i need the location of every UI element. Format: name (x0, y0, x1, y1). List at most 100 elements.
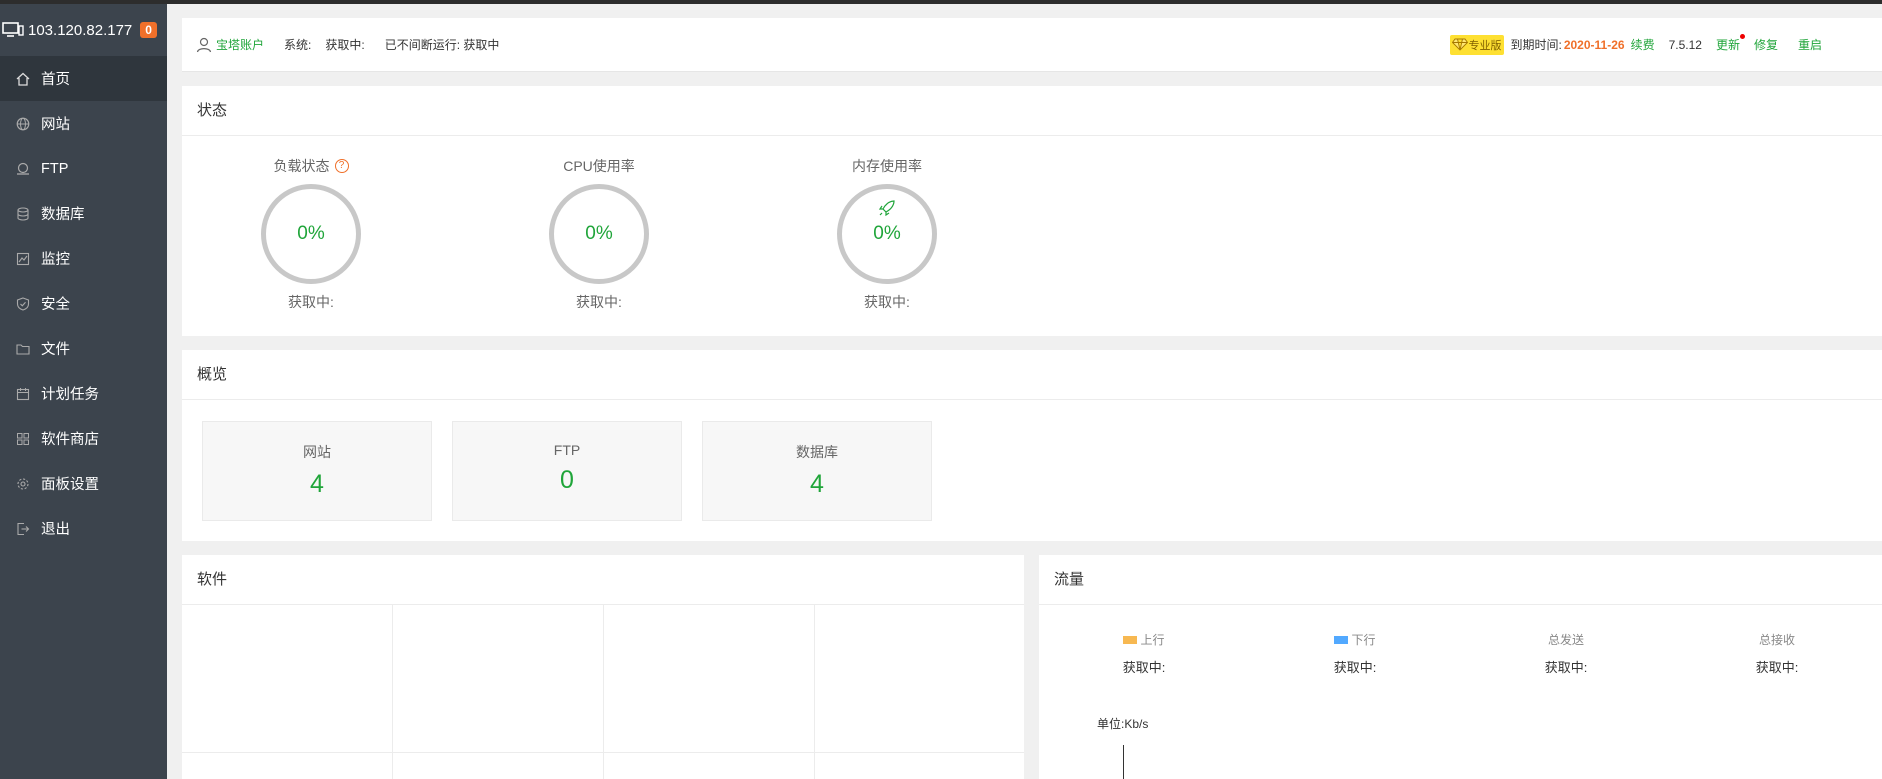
sidebar-item-ftp[interactable]: FTP (0, 146, 167, 191)
gauge-value: 0% (297, 223, 325, 244)
gauge-label: 内存使用率 (852, 158, 922, 174)
software-slot[interactable] (815, 753, 1024, 779)
cpu-gauge: CPU使用率 0% 获取中: (524, 136, 674, 312)
traffic-label: 总发送 (1547, 633, 1584, 647)
traffic-value: 获取中: (1755, 660, 1799, 675)
sidebar-item-monitor[interactable]: 监控 (0, 236, 167, 281)
card-label: FTP (553, 442, 581, 458)
update-dot (1739, 34, 1745, 39)
sidebar-item-home[interactable]: 首页 (0, 56, 167, 101)
traffic-label: 上行 (1140, 633, 1165, 647)
gauge-sub: 获取中: (288, 294, 334, 310)
renew-link[interactable]: 续费 (1631, 36, 1655, 53)
sidebar-item-settings[interactable]: 面板设置 (0, 461, 167, 506)
cpu-ring[interactable]: 0% (549, 184, 649, 284)
sidebar-item-logout[interactable]: 退出 (0, 506, 167, 551)
gauge-label: 负载状态 (273, 158, 330, 174)
sidebar-item-label: 文件 (41, 342, 70, 358)
software-slot[interactable] (182, 605, 393, 753)
sidebar-item-label: 首页 (41, 72, 70, 88)
card-value: 4 (810, 470, 824, 498)
software-slot[interactable] (604, 605, 815, 753)
shield-icon (15, 296, 31, 312)
load-ring[interactable]: 0% (261, 184, 361, 284)
update-label: 更新 (1715, 38, 1740, 52)
pro-edition-label: 专业版 (1468, 39, 1502, 52)
version-text: 7.5.12 (1668, 37, 1702, 52)
sidebar: 103.120.82.177 0 首页 网站 FTP 数据库 监控 安全 文件 … (0, 4, 167, 779)
gauge-label-wrap: 负载状态? (236, 156, 386, 176)
software-slot[interactable] (182, 753, 393, 779)
help-icon[interactable]: ? (334, 159, 349, 173)
overview-card-ftp[interactable]: FTP 0 (452, 421, 682, 521)
gauge-label: CPU使用率 (563, 158, 635, 174)
traffic-value: 获取中: (1122, 660, 1166, 675)
sidebar-item-label: 软件商店 (41, 432, 99, 448)
traffic-head: 上行 (1084, 631, 1204, 648)
sidebar-item-label: FTP (41, 160, 69, 177)
status-panel: 状态 负载状态? 0% 获取中: CPU使用率 0% 获取中: 内存使用率 0%… (182, 86, 1882, 336)
card-value: 4 (310, 470, 324, 498)
gauge-value: 0% (873, 223, 901, 244)
apps-icon (15, 431, 31, 447)
pro-edition-tag[interactable]: 专业版 (1450, 34, 1505, 55)
expire-date: 2020-11-26 (1563, 37, 1625, 52)
top-header: 宝塔账户 系统: 获取中: 已不间断运行: 获取中 专业版 到期时间: 2020… (182, 18, 1882, 72)
software-slot[interactable] (815, 605, 1024, 753)
software-panel: 软件 (182, 555, 1024, 779)
card-value: 0 (560, 466, 574, 494)
window-top-strip (0, 0, 1882, 4)
diamond-icon (1452, 38, 1469, 51)
traffic-title: 流量 (1039, 555, 1882, 605)
sidebar-item-label: 退出 (41, 522, 70, 538)
traffic-value: 获取中: (1544, 660, 1588, 675)
software-slot[interactable] (393, 605, 604, 753)
repair-link[interactable]: 修复 (1754, 36, 1778, 53)
account-link[interactable]: 宝塔账户 (216, 36, 264, 53)
database-icon (15, 206, 31, 222)
overview-card-database[interactable]: 数据库 4 (702, 421, 932, 521)
traffic-label: 总接收 (1758, 633, 1795, 647)
sidebar-item-label: 监控 (41, 252, 70, 268)
traffic-download: 下行 获取中: (1295, 631, 1415, 676)
restart-link[interactable]: 重启 (1798, 36, 1822, 53)
rocket-icon[interactable] (878, 199, 896, 217)
software-grid (182, 605, 1024, 779)
gauge-value: 0% (585, 223, 613, 244)
alert-count-badge[interactable]: 0 (140, 22, 157, 38)
card-label: 数据库 (796, 444, 838, 460)
status-title: 状态 (182, 86, 1882, 136)
server-monitor-icon (2, 22, 24, 37)
overview-card-website[interactable]: 网站 4 (202, 421, 432, 521)
sidebar-item-label: 计划任务 (41, 387, 99, 403)
overview-panel: 概览 网站 4 FTP 0 数据库 4 (182, 350, 1882, 541)
load-gauge: 负载状态? 0% 获取中: (236, 136, 386, 312)
memory-gauge: 内存使用率 0% 获取中: (812, 136, 962, 312)
memory-ring[interactable]: 0% (837, 184, 937, 284)
sidebar-item-cron[interactable]: 计划任务 (0, 371, 167, 416)
sidebar-item-store[interactable]: 软件商店 (0, 416, 167, 461)
software-slot[interactable] (393, 753, 604, 779)
folder-icon (15, 341, 31, 357)
traffic-upload: 上行 获取中: (1084, 631, 1204, 676)
sidebar-item-database[interactable]: 数据库 (0, 191, 167, 236)
update-link[interactable]: 更新 (1715, 34, 1745, 53)
download-swatch (1334, 635, 1349, 644)
software-title: 软件 (182, 555, 1024, 605)
traffic-panel: 流量 上行 获取中: 下行 获取中: 总发送 获取中: 总接收 获取中: 单位:… (1039, 555, 1882, 779)
chart-y-axis (1123, 745, 1124, 779)
overview-title: 概览 (182, 350, 1882, 400)
server-header: 103.120.82.177 0 (0, 4, 167, 56)
upload-swatch (1123, 635, 1138, 644)
ftp-icon (15, 161, 31, 177)
traffic-total-sent: 总发送 获取中: (1506, 631, 1626, 676)
traffic-label: 下行 (1351, 633, 1376, 647)
calendar-icon (15, 386, 31, 402)
user-icon (196, 37, 212, 52)
sidebar-item-label: 数据库 (41, 207, 85, 223)
software-slot[interactable] (604, 753, 815, 779)
sidebar-item-files[interactable]: 文件 (0, 326, 167, 371)
sidebar-item-website[interactable]: 网站 (0, 101, 167, 146)
sidebar-item-security[interactable]: 安全 (0, 281, 167, 326)
gear-icon (15, 476, 31, 492)
